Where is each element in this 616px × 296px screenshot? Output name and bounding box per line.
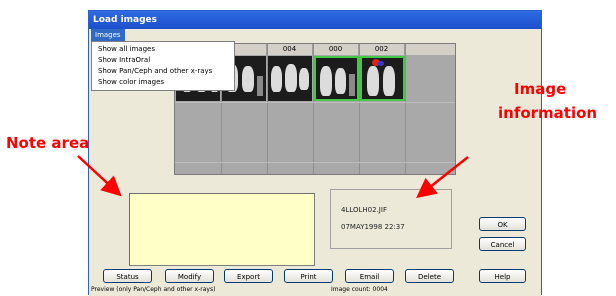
help-button[interactable]: Help [479,269,526,283]
load-images-window: Load images Images Show all images Show … [88,10,542,296]
menu-item-show-color[interactable]: Show color images [92,77,234,88]
image-filename: 4LLOLH02.JIF [341,206,387,214]
export-button[interactable]: Export [224,269,273,283]
menu-item-show-intraoral[interactable]: Show IntraOral [92,55,234,66]
status-text-left: Preview (only Pan/Ceph and other x-rays) [91,286,216,293]
xray-thumbnail-000[interactable] [314,56,359,101]
modify-button[interactable]: Modify [165,269,214,283]
image-info-callout-line2: information [498,104,598,122]
email-button[interactable]: Email [345,269,394,283]
window-title: Load images [89,11,541,29]
images-dropdown: Show all images Show IntraOral Show Pan/… [91,41,235,91]
print-button[interactable]: Print [284,269,333,283]
images-menu[interactable]: Images [91,29,125,41]
delete-button[interactable]: Delete [405,269,454,283]
image-datetime: 07MAY1998 22:37 [341,223,405,231]
column-header [405,44,455,55]
column-header-004: 004 [267,44,313,55]
menu-item-show-pan-ceph[interactable]: Show Pan/Ceph and other x-rays [92,66,234,77]
menu-bar: Images [89,29,541,41]
blue-marker-icon [378,61,384,66]
ok-button[interactable]: OK [479,217,526,231]
image-count: Image count: 0004 [331,286,388,293]
column-header-000: 000 [313,44,359,55]
cancel-button[interactable]: Cancel [479,237,526,251]
xray-thumbnail-004[interactable] [268,56,312,101]
status-button[interactable]: Status [103,269,152,283]
xray-thumbnail-002[interactable] [360,56,405,101]
menu-item-show-all[interactable]: Show all images [92,44,234,55]
image-info-panel: 4LLOLH02.JIF 07MAY1998 22:37 [330,189,452,249]
image-info-callout-line1: Image [514,80,567,98]
column-header-002: 002 [359,44,405,55]
note-area[interactable] [129,193,315,266]
note-area-callout: Note area [6,134,90,152]
